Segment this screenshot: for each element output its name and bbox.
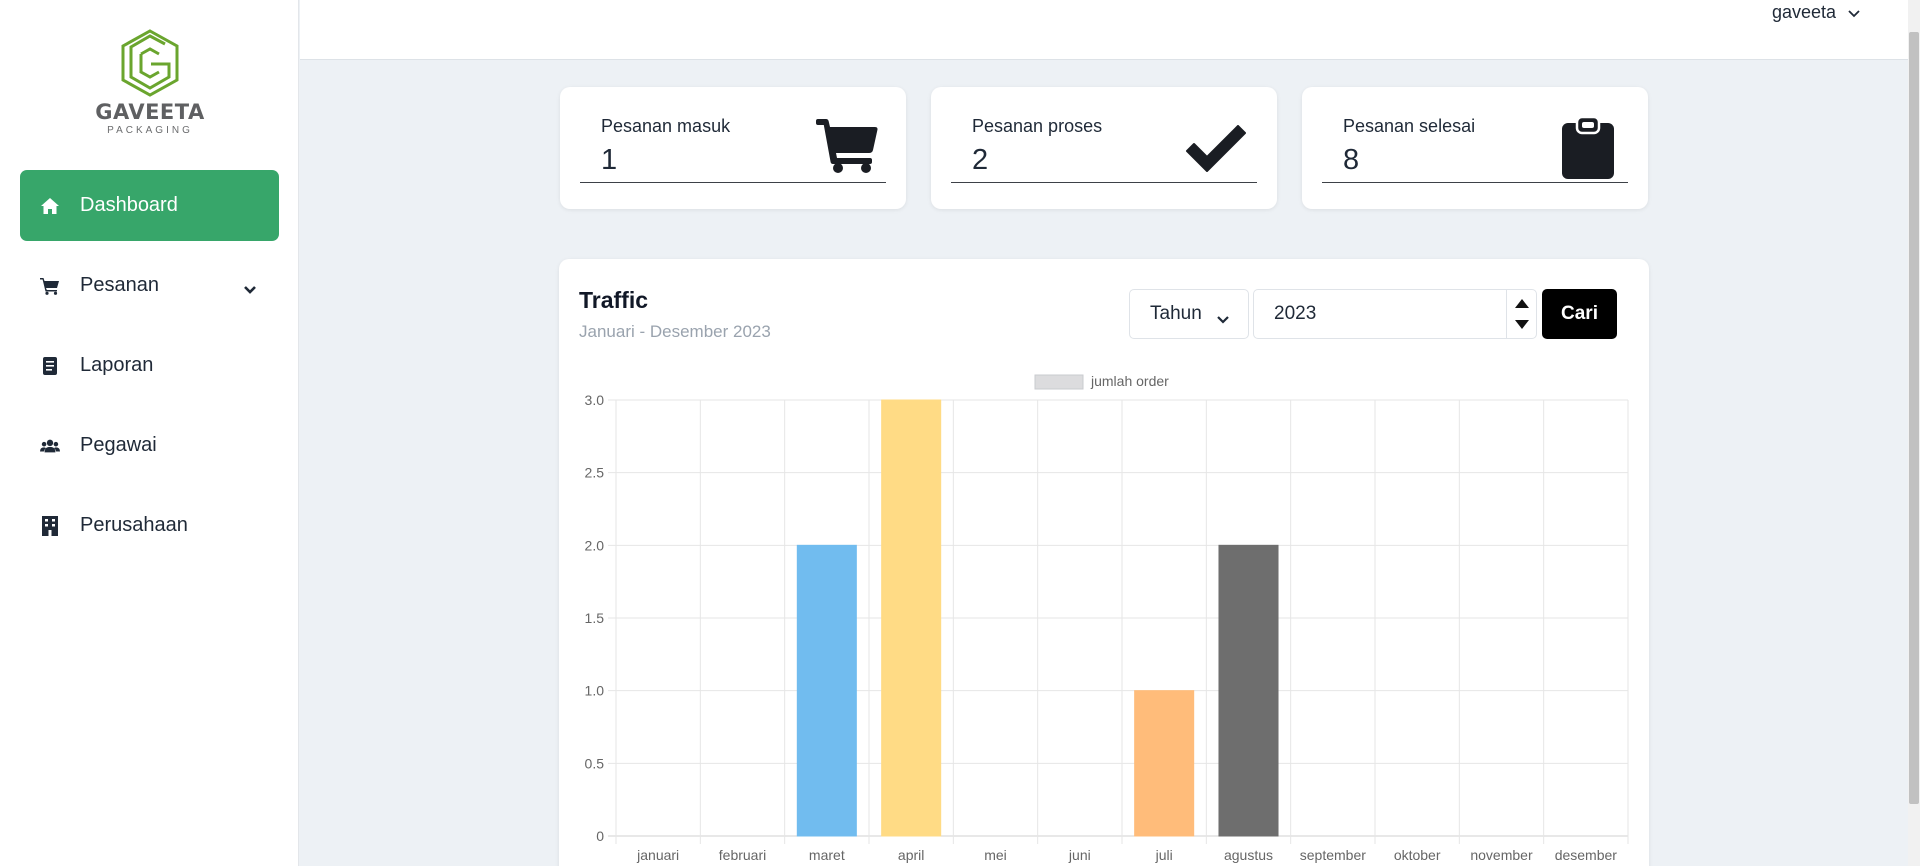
sidebar-item-label: Laporan [80, 354, 154, 376]
x-tick-label: november [1470, 847, 1533, 863]
divider [580, 182, 886, 183]
building-icon [40, 515, 60, 536]
stat-card-pesanan-proses: Pesanan proses 2 [931, 87, 1277, 209]
sidebar-item-label: Dashboard [80, 194, 178, 216]
x-tick-label: juni [1068, 847, 1091, 863]
sidebar-item-label: Pesanan [80, 274, 159, 296]
sidebar-item-pegawai[interactable]: Pegawai [20, 410, 279, 481]
chart-y-tick-labels: 0 0.5 1.0 1.5 2.0 2.5 3.0 [585, 392, 605, 844]
check-icon [1185, 125, 1247, 178]
sidebar-item-dashboard[interactable]: Dashboard [20, 170, 279, 241]
bar-juli[interactable] [1134, 690, 1195, 837]
cart-icon [816, 119, 878, 178]
stat-label: Pesanan selesai [1343, 116, 1476, 136]
user-menu[interactable]: gaveeta [1772, 2, 1860, 23]
divider [951, 182, 1257, 183]
stat-value: 1 [601, 144, 618, 176]
sidebar-item-pesanan[interactable]: Pesanan [20, 250, 279, 321]
scrollbar-track[interactable] [1908, 0, 1920, 866]
username: gaveeta [1771, 2, 1836, 22]
y-tick-label: 2.5 [585, 465, 605, 481]
y-tick-label: 2.0 [585, 537, 605, 553]
x-tick-label: oktober [1394, 847, 1441, 863]
sidebar-item-laporan[interactable]: Laporan [20, 330, 279, 401]
bar-april[interactable] [881, 399, 942, 837]
stat-card-pesanan-selesai: Pesanan selesai 8 [1302, 87, 1648, 209]
bar-agustus[interactable] [1218, 544, 1279, 837]
y-tick-label: 3.0 [585, 392, 605, 408]
sidebar-item-perusahaan[interactable]: Perusahaan [20, 490, 279, 561]
stat-label: Pesanan masuk [601, 116, 731, 136]
bar-maret[interactable] [796, 544, 857, 837]
stat-value: 2 [972, 144, 989, 176]
clipboard-icon [1560, 115, 1616, 184]
stat-value: 8 [1343, 144, 1360, 176]
sidebar-item-label: Perusahaan [80, 514, 188, 536]
chart-legend: jumlah order [1034, 373, 1169, 390]
brand-tagline: PACKAGING [107, 125, 193, 136]
brand-name: GAVEETA [95, 100, 205, 124]
stat-card-pesanan-masuk: Pesanan masuk 1 [560, 87, 906, 209]
users-icon [40, 436, 60, 456]
sidebar: GAVEETA PACKAGING Dashboard Pesanan Lapo… [0, 0, 299, 866]
chart-grid [608, 399, 1629, 844]
y-tick-label: 0.5 [585, 755, 605, 771]
x-tick-label: maret [809, 847, 845, 863]
stat-label: Pesanan proses [972, 116, 1103, 136]
home-icon [40, 196, 60, 216]
chevron-down-icon[interactable] [243, 278, 257, 301]
traffic-bar-chart: 0 0.5 1.0 1.5 2.0 2.5 3.0 januari februari maret… [585, 373, 1629, 863]
y-tick-label: 1.5 [585, 610, 605, 626]
sidebar-nav: Dashboard Pesanan Laporan Pegawai Perusa… [20, 170, 279, 570]
document-icon [40, 356, 60, 376]
gaveeta-logo-icon [121, 29, 179, 97]
x-tick-label: desember [1555, 847, 1618, 863]
chart-x-tick-labels: januari februari maret april mei juni juli agus… [636, 847, 1617, 863]
x-tick-label: mei [984, 847, 1007, 863]
x-tick-label: agustus [1224, 847, 1273, 863]
y-tick-label: 1.0 [585, 683, 605, 699]
scrollbar-thumb[interactable] [1909, 32, 1919, 804]
traffic-panel: Traffic Januari - Desember 2023 Tahun 20… [559, 259, 1649, 866]
x-tick-label: februari [719, 847, 766, 863]
topbar: gaveeta [300, 0, 1908, 60]
x-tick-label: januari [636, 847, 679, 863]
cart-icon [40, 276, 60, 296]
x-tick-label: juli [1155, 847, 1173, 863]
legend-swatch [1034, 374, 1084, 390]
x-tick-label: september [1300, 847, 1366, 863]
chevron-down-icon [1848, 2, 1860, 23]
sidebar-item-label: Pegawai [80, 434, 157, 456]
y-tick-label: 0 [596, 828, 604, 844]
x-tick-label: april [898, 847, 924, 863]
brand-logo[interactable]: GAVEETA PACKAGING [94, 28, 206, 140]
legend-label: jumlah order [1090, 373, 1169, 389]
